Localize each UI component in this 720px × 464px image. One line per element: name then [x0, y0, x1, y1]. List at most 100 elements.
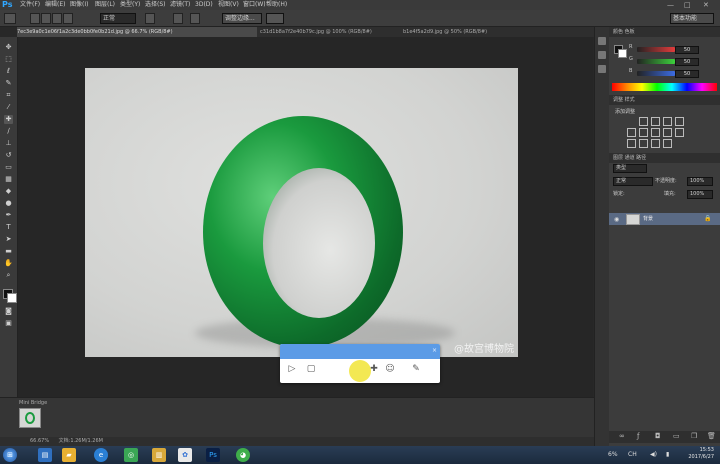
opacity-field[interactable]: 100% [687, 177, 713, 186]
tab-document-3[interactable]: b1e4f5a2d9.jpg @ 50% (RGB/8#) [403, 27, 563, 37]
menu-window[interactable]: 窗口(W) [243, 0, 266, 10]
menu-edit[interactable]: 编辑(E) [45, 0, 65, 10]
hand-tool-icon[interactable]: ✋ [4, 259, 13, 268]
baidu-icon[interactable]: ✿ [178, 448, 192, 462]
stop-icon[interactable]: ▢ [305, 363, 317, 375]
menu-type[interactable]: 类型(Y) [120, 0, 140, 10]
new-selection-button[interactable] [30, 13, 40, 24]
photoshop-taskbar-icon[interactable]: Ps [206, 448, 220, 462]
shape-tool-icon[interactable]: ▬ [4, 247, 13, 256]
quick-mask-icon[interactable]: ◙ [4, 307, 13, 316]
stamp-tool-icon[interactable]: ⊥ [4, 139, 13, 148]
link-layers-icon[interactable]: ∞ [619, 432, 625, 440]
menu-layer[interactable]: 图层(L) [95, 0, 115, 10]
recorder-titlebar[interactable] [280, 344, 440, 359]
sample-all-checkbox[interactable] [173, 13, 183, 24]
antialias-checkbox[interactable] [145, 13, 155, 24]
user-icon[interactable]: ☺ [384, 363, 396, 375]
volume-icon[interactable]: ◀) [650, 451, 657, 458]
menu-filter[interactable]: 滤镜(T) [170, 0, 190, 10]
folder-icon[interactable]: ▰ [62, 448, 76, 462]
slider-value-b[interactable]: 50 [675, 70, 699, 78]
menu-view[interactable]: 视图(V) [218, 0, 239, 10]
play-icon[interactable]: ▷ [286, 363, 298, 375]
posterize-adjust-icon[interactable] [639, 139, 648, 148]
document-image[interactable]: @故宫博物院 [85, 68, 518, 357]
style-select[interactable]: 正常 [100, 13, 136, 24]
extra-button[interactable] [266, 13, 284, 24]
edit-icon[interactable]: ✎ [410, 363, 422, 375]
slider-g[interactable] [637, 59, 675, 64]
start-button-icon[interactable]: ⊞ [3, 448, 17, 462]
panel-background-swatch[interactable] [618, 49, 627, 58]
visibility-eye-icon[interactable]: ◉ [614, 216, 619, 223]
delete-layer-icon[interactable]: 🗑 [707, 432, 716, 440]
marquee-tool-icon[interactable]: ⬚ [4, 55, 13, 64]
lasso-tool-icon[interactable]: ℓ [4, 67, 13, 76]
fill-field[interactable]: 100% [687, 190, 713, 199]
menu-image[interactable]: 图像(I) [70, 0, 88, 10]
layer-filter-select[interactable]: 类型 [613, 164, 647, 173]
close-button[interactable]: ✕ [703, 0, 709, 10]
slider-value-g[interactable]: 50 [675, 58, 699, 66]
eyedropper-tool-icon[interactable]: ⁄ [4, 103, 13, 112]
color-balance-adjust-icon[interactable] [651, 128, 660, 137]
explorer-icon[interactable]: ▤ [38, 448, 52, 462]
brightness-adjust-icon[interactable] [639, 117, 648, 126]
tray-language[interactable]: CH [628, 451, 637, 458]
move-tool-icon[interactable]: ✥ [4, 43, 13, 52]
green-app-icon[interactable]: ◎ [124, 448, 138, 462]
blur-tool-icon[interactable]: ◆ [4, 187, 13, 196]
hue-adjust-icon[interactable] [639, 128, 648, 137]
mini-bridge-thumbnail[interactable] [19, 408, 41, 428]
crop-tool-icon[interactable]: ⌗ [4, 91, 13, 100]
type-tool-icon[interactable]: T [4, 223, 13, 232]
path-select-tool-icon[interactable]: ➤ [4, 235, 13, 244]
tool-preset-picker[interactable] [4, 13, 16, 24]
slider-value-r[interactable]: 50 [675, 46, 699, 54]
layers-panel-tabs[interactable]: 图层 通道 路径 [609, 153, 720, 163]
levels-adjust-icon[interactable] [651, 117, 660, 126]
gradient-tool-icon[interactable]: ▦ [4, 175, 13, 184]
history-brush-tool-icon[interactable]: ↺ [4, 151, 13, 160]
ie-icon[interactable]: e [94, 448, 108, 462]
photo-filter-adjust-icon[interactable] [675, 128, 684, 137]
maximize-button[interactable]: □ [684, 0, 691, 10]
color-spectrum-bar[interactable] [612, 83, 717, 91]
blend-mode-select[interactable]: 正常 [613, 177, 653, 186]
fx-icon[interactable]: ƒ [637, 432, 639, 440]
brush-tool-icon[interactable]: ∕ [4, 127, 13, 136]
layer-row-background[interactable]: ◉ 背景 🔒 [609, 213, 720, 225]
add-selection-button[interactable] [41, 13, 51, 24]
threshold-adjust-icon[interactable] [651, 139, 660, 148]
system-clock[interactable]: 15:53 2017/6/27 [688, 447, 714, 461]
spot-heal-tool-icon[interactable]: ✚ [4, 115, 13, 124]
minimize-button[interactable]: — [667, 0, 674, 10]
properties-panel-icon[interactable] [598, 51, 606, 59]
mask-icon[interactable]: ◘ [655, 432, 661, 440]
exposure-adjust-icon[interactable] [675, 117, 684, 126]
history-panel-icon[interactable] [598, 37, 606, 45]
menu-file[interactable]: 文件(F) [20, 0, 40, 10]
eraser-tool-icon[interactable]: ▭ [4, 163, 13, 172]
auto-enhance-checkbox[interactable] [190, 13, 200, 24]
files-icon[interactable]: ▥ [152, 448, 166, 462]
workspace-select[interactable]: 基本功能 [670, 13, 714, 24]
menu-3d[interactable]: 3D(D) [195, 0, 213, 10]
bw-adjust-icon[interactable] [663, 128, 672, 137]
dodge-tool-icon[interactable]: ● [4, 199, 13, 208]
screen-mode-icon[interactable]: ▣ [4, 319, 13, 328]
new-group-icon[interactable]: ▭ [673, 432, 680, 440]
adjustments-panel-tabs[interactable]: 调整 样式 [609, 95, 720, 105]
zoom-level[interactable]: 66.67% [30, 438, 49, 444]
wechat-icon[interactable]: ◕ [236, 448, 250, 462]
subtract-selection-button[interactable] [52, 13, 62, 24]
recorder-close-icon[interactable]: × [432, 347, 437, 354]
invert-adjust-icon[interactable] [627, 139, 636, 148]
zoom-tool-icon[interactable]: ⌕ [4, 271, 13, 280]
menu-select[interactable]: 选择(S) [145, 0, 166, 10]
refine-edge-button[interactable]: 调整边缘... [222, 13, 262, 24]
new-layer-icon[interactable]: ❐ [691, 432, 697, 440]
menu-help[interactable]: 帮助(H) [266, 0, 287, 10]
vibrance-adjust-icon[interactable] [627, 128, 636, 137]
